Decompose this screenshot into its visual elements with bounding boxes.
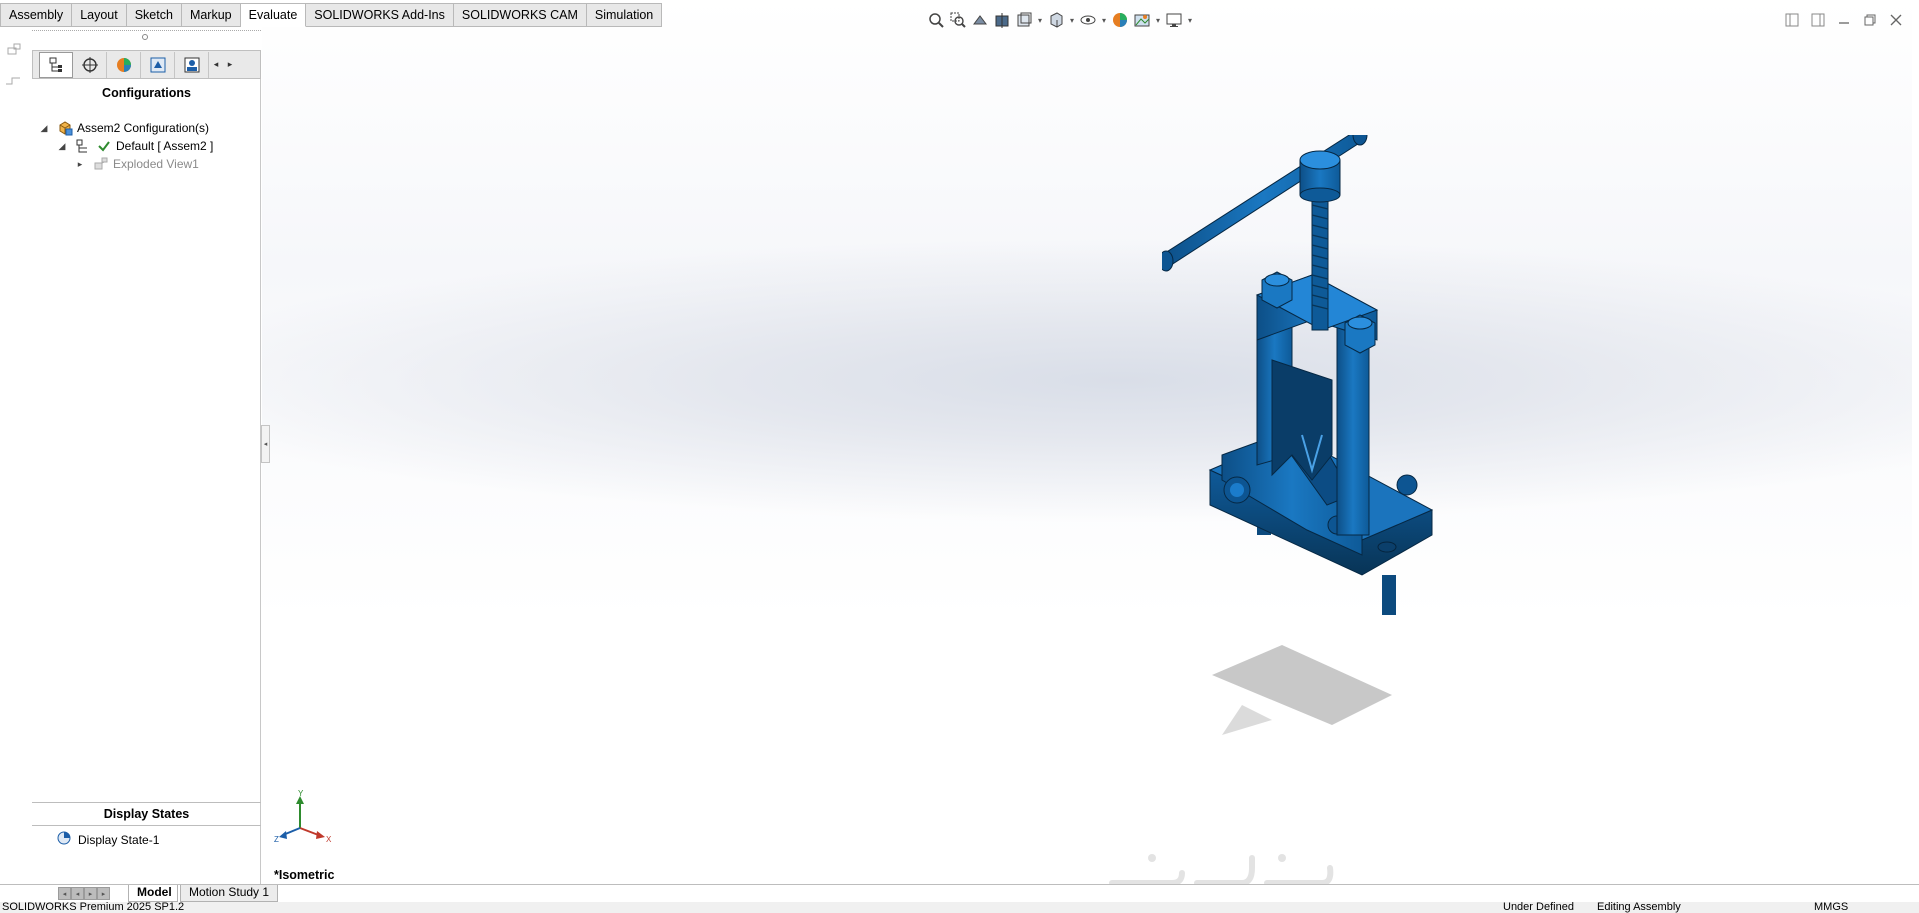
tab-display-manager[interactable] <box>107 51 141 78</box>
assembly-config-icon <box>56 119 74 137</box>
tab-evaluate[interactable]: Evaluate <box>240 3 307 27</box>
status-product: SOLIDWORKS Premium 2025 SP1.2 <box>2 902 185 913</box>
previous-view-icon[interactable] <box>969 9 991 31</box>
tree-item-label: Default [ Assem2 ] <box>116 139 214 153</box>
active-checkmark-icon <box>95 137 113 155</box>
restore-icon[interactable] <box>1859 10 1881 30</box>
triad-y-label: Y <box>298 790 304 798</box>
tree-item-exploded-view[interactable]: ▸ Exploded View1 <box>74 154 199 174</box>
tabs-scroll-right-icon[interactable]: ▸ <box>223 52 237 78</box>
dimxpert-icon <box>184 57 199 72</box>
display-style-dropdown-icon[interactable]: ▾ <box>1067 9 1077 31</box>
feature-tree-icon <box>49 57 62 72</box>
collapse-arrow-icon[interactable]: ◢ <box>56 141 68 152</box>
view-orientation-label: *Isometric <box>274 868 335 882</box>
tab-feature-manager[interactable] <box>39 51 73 78</box>
configuration-icon <box>74 137 92 155</box>
minimize-icon[interactable] <box>1833 10 1855 30</box>
tree-item-assem-configurations[interactable]: ◢ Assem2 Configuration(s) <box>38 118 209 138</box>
collapse-arrow-icon[interactable]: ◢ <box>38 123 50 134</box>
edit-appearance-icon[interactable] <box>1109 9 1131 31</box>
hide-show-items-icon[interactable] <box>1077 9 1099 31</box>
tab-simulation[interactable]: Simulation <box>586 3 663 27</box>
exploded-view-icon <box>92 155 110 173</box>
tab-sketch[interactable]: Sketch <box>126 3 182 27</box>
tree-item-label: Exploded View1 <box>113 157 199 171</box>
tree-item-label: Assem2 Configuration(s) <box>77 121 210 135</box>
view-settings-dropdown-icon[interactable]: ▾ <box>1185 9 1195 31</box>
solidworks-window: Y X Z *Isometric Assembly Layout Sketch … <box>0 0 1919 913</box>
panel-grip[interactable] <box>32 30 261 48</box>
configurations-title: Configurations <box>102 86 191 100</box>
tab-model[interactable]: Model <box>128 885 178 902</box>
tab-property-manager[interactable] <box>73 51 107 78</box>
display-state-item[interactable]: Display State-1 <box>56 830 159 849</box>
tab-markup[interactable]: Markup <box>181 3 241 27</box>
tab-solidworks-cam[interactable]: SOLIDWORKS CAM <box>453 3 587 27</box>
tab-scroll-buttons: ◂ ◂ ▸ ▸ <box>58 887 110 900</box>
zoom-to-fit-icon[interactable] <box>925 9 947 31</box>
status-bar: SOLIDWORKS Premium 2025 SP1.2 Under Defi… <box>0 902 1919 913</box>
pipe-vise-model[interactable] <box>1162 135 1502 765</box>
coordinate-triad: Y X Z <box>273 789 333 849</box>
panel-collapse-handle[interactable]: ◂ <box>261 425 270 463</box>
heads-up-view-toolbar: ▾ ▾ ▾ ▾ ▾ <box>925 8 1195 32</box>
display-state-label: Display State-1 <box>78 832 160 847</box>
tab-assembly[interactable]: Assembly <box>0 3 73 27</box>
crosshair-icon <box>81 56 98 73</box>
expand-arrow-icon[interactable]: ▸ <box>74 159 86 170</box>
configuration-manager-icon <box>150 57 165 72</box>
dynamic-annotation-views-icon[interactable] <box>1013 9 1035 31</box>
status-units[interactable]: MMGS <box>1814 902 1848 913</box>
sketch-tools-icon[interactable] <box>4 42 28 102</box>
display-state-icon <box>56 830 72 849</box>
triad-z-label: Z <box>274 835 279 844</box>
tab-solidworks-add-ins[interactable]: SOLIDWORKS Add-Ins <box>306 3 454 27</box>
model-tabs-bar: ◂ ◂ ▸ ▸ Model Motion Study 1 <box>0 884 1919 902</box>
view-orientation-dropdown-icon[interactable]: ▾ <box>1035 9 1045 31</box>
tree-item-default-config[interactable]: ◢ Default [ Assem2 ] <box>56 136 214 156</box>
status-mode: Editing Assembly <box>1597 902 1681 913</box>
hide-show-dropdown-icon[interactable]: ▾ <box>1099 9 1109 31</box>
left-command-strip <box>0 30 32 885</box>
apply-scene-dropdown-icon[interactable]: ▾ <box>1153 9 1163 31</box>
view-orientation-icon[interactable] <box>1045 9 1067 31</box>
scroll-prev-icon[interactable]: ◂ <box>71 887 84 900</box>
command-manager-tabs: Assembly Layout Sketch Markup Evaluate S… <box>0 3 663 27</box>
tile-left-icon[interactable] <box>1781 10 1803 30</box>
tab-motion-study[interactable]: Motion Study 1 <box>180 885 279 902</box>
apply-scene-icon[interactable] <box>1131 9 1153 31</box>
scroll-next-icon[interactable]: ▸ <box>84 887 97 900</box>
display-states-header: Display States <box>32 802 261 826</box>
triad-x-label: X <box>326 835 332 844</box>
feature-manager-panel: ◂ ▸ Configurations ◢ Assem2 Configuratio… <box>32 50 261 887</box>
feature-manager-tabs: ◂ ▸ <box>32 50 261 79</box>
scroll-last-icon[interactable]: ▸ <box>97 887 110 900</box>
document-window-controls <box>1781 10 1907 30</box>
appearance-ball-icon <box>116 57 131 72</box>
graphics-area[interactable] <box>262 0 1912 886</box>
scroll-first-icon[interactable]: ◂ <box>58 887 71 900</box>
close-icon[interactable] <box>1885 10 1907 30</box>
tab-dim-xpert-manager[interactable] <box>175 51 209 78</box>
tab-layout[interactable]: Layout <box>72 3 127 27</box>
tabs-scroll-left-icon[interactable]: ◂ <box>209 52 223 78</box>
tab-configuration-manager[interactable] <box>141 51 175 78</box>
tile-right-icon[interactable] <box>1807 10 1829 30</box>
section-view-icon[interactable] <box>991 9 1013 31</box>
view-settings-icon[interactable] <box>1163 9 1185 31</box>
status-definition: Under Defined <box>1503 902 1574 913</box>
zoom-to-area-icon[interactable] <box>947 9 969 31</box>
